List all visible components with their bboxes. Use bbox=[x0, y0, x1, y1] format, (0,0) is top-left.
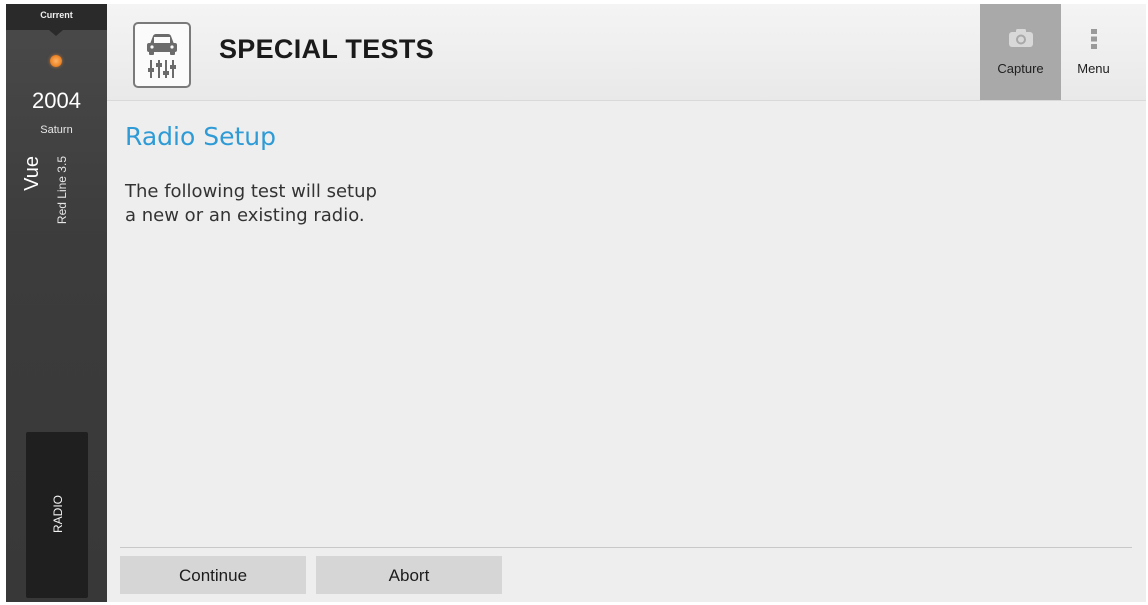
sidebar-tab-radio[interactable]: RADIO bbox=[26, 432, 88, 598]
vehicle-engine: Red Line 3.5 bbox=[55, 156, 69, 225]
menu-label: Menu bbox=[1077, 61, 1110, 76]
test-description-line-1: The following test will setup bbox=[125, 181, 377, 202]
capture-button[interactable]: Capture bbox=[980, 4, 1061, 100]
app-header: SPECIAL TESTS Capture Menu bbox=[107, 4, 1146, 101]
sidebar-tab-radio-label: RADIO bbox=[51, 494, 65, 534]
status-dot-icon bbox=[50, 55, 62, 67]
test-description: The following test will setup a new or a… bbox=[125, 180, 545, 228]
vehicle-model: Vue bbox=[21, 156, 43, 191]
vehicle-make: Saturn bbox=[40, 124, 73, 136]
vehicle-test-icon-graphic bbox=[147, 34, 177, 78]
footer-divider bbox=[120, 547, 1132, 548]
overflow-dots-icon bbox=[1090, 28, 1098, 53]
vehicle-year: 2004 bbox=[32, 88, 81, 113]
vehicle-test-icon bbox=[133, 22, 191, 88]
test-description-line-2: a new or an existing radio. bbox=[125, 205, 365, 226]
test-title: Radio Setup bbox=[125, 122, 276, 151]
capture-label: Capture bbox=[997, 61, 1044, 76]
abort-button[interactable]: Abort bbox=[316, 556, 502, 594]
menu-button[interactable]: Menu bbox=[1061, 4, 1126, 100]
vehicle-sidebar: Current 2004 Saturn Vue Red Line 3.5 RAD… bbox=[6, 4, 107, 602]
camera-icon bbox=[1008, 28, 1034, 51]
continue-button[interactable]: Continue bbox=[120, 556, 306, 594]
app-window: Current 2004 Saturn Vue Red Line 3.5 RAD… bbox=[6, 4, 1146, 602]
page-title: SPECIAL TESTS bbox=[219, 34, 434, 64]
current-vehicle-label: Current bbox=[6, 4, 107, 36]
